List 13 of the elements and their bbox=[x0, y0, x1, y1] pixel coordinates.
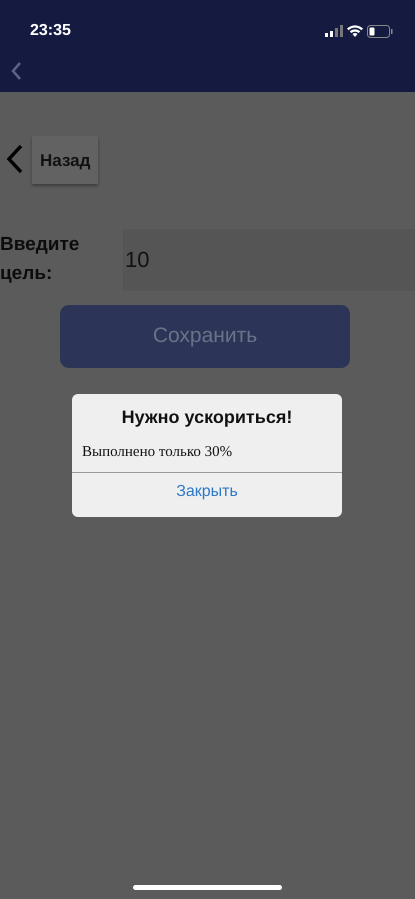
status-time: 23:35 bbox=[30, 21, 71, 41]
back-chevron-icon[interactable] bbox=[6, 144, 24, 174]
alert-message: Выполнено только 30% bbox=[81, 443, 234, 462]
close-button[interactable]: Закрыть bbox=[72, 472, 342, 516]
signal-icon bbox=[325, 25, 343, 37]
back-button[interactable]: Назад bbox=[32, 136, 98, 184]
alert-title: Нужно ускориться! bbox=[120, 406, 294, 429]
save-button[interactable]: Сохранить bbox=[60, 304, 350, 368]
back-chevron-icon[interactable] bbox=[10, 61, 22, 81]
battery-icon bbox=[367, 24, 393, 38]
goal-label: Введите цель: bbox=[0, 233, 80, 286]
wifi-icon bbox=[347, 25, 363, 37]
goal-input[interactable]: 10 bbox=[123, 228, 415, 290]
